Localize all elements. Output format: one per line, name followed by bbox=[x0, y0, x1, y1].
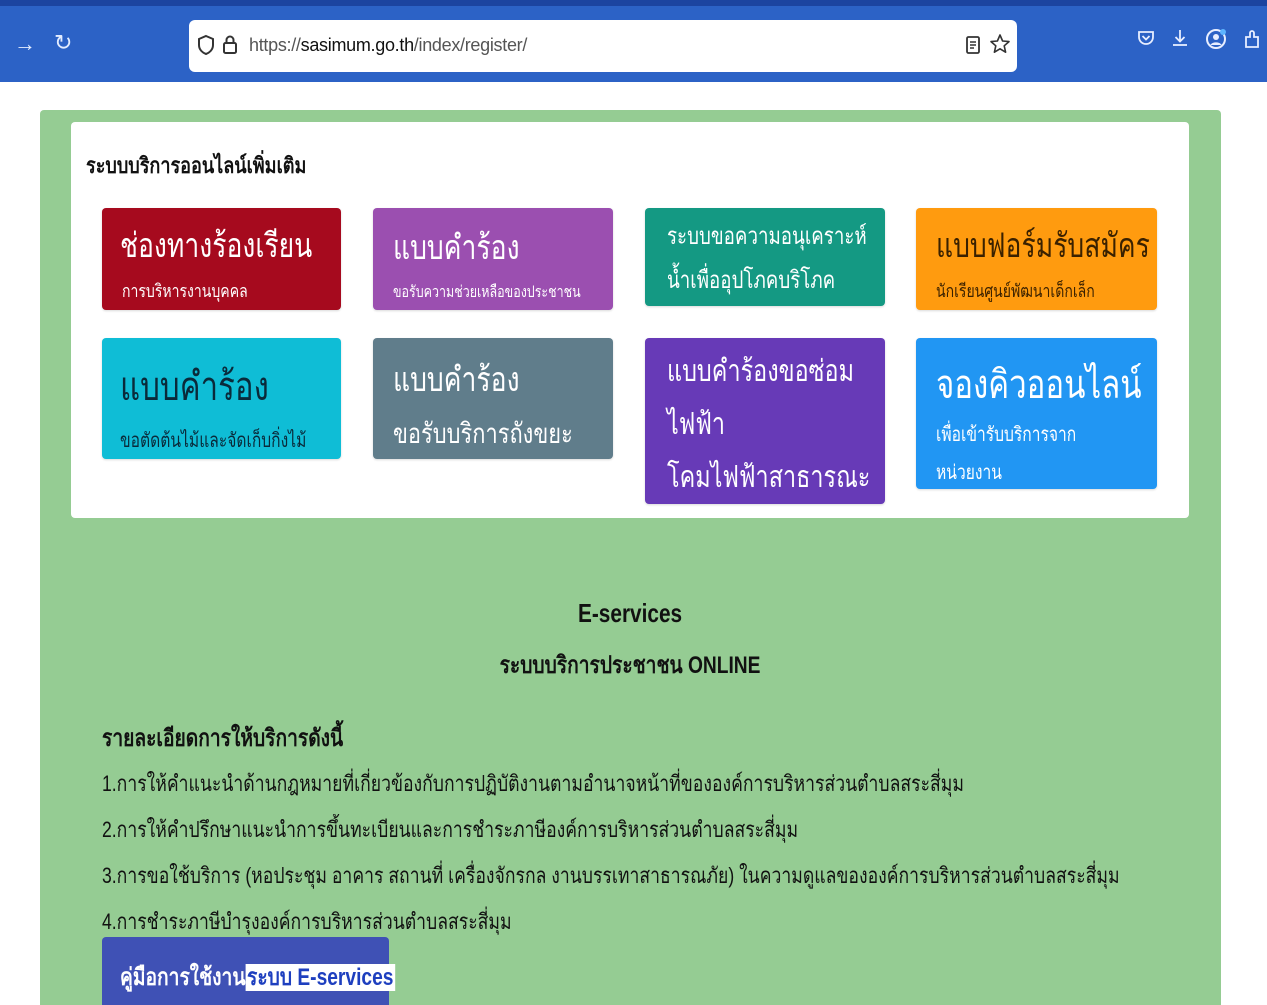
tile-line-1: ระบบขอความอนุเคราะห์ bbox=[667, 223, 867, 250]
star-icon[interactable] bbox=[989, 33, 1011, 60]
eservices-subtitle-text: ระบบบริการประชาชน ONLINE bbox=[500, 652, 761, 679]
tile-main-text: แบบคำร้อง bbox=[120, 365, 269, 409]
online-services-title: ระบบบริการออนไลน์เพิ่มเติม bbox=[86, 153, 307, 178]
eservices-title: E-services bbox=[40, 598, 1221, 629]
forward-icon[interactable]: → bbox=[14, 33, 36, 55]
url-text[interactable]: https://sasimum.go.th/index/register/ bbox=[249, 35, 527, 56]
tile-line-1: แบบคำร้อง bbox=[393, 361, 520, 399]
tile-garbage-bin-request[interactable]: แบบคำร้อง ขอรับบริการถังขยะ bbox=[373, 338, 613, 459]
tile-electric-repair-request[interactable]: แบบคำร้องขอซ่อม ไฟฟ้า โคมไฟฟ้าสาธารณะ bbox=[645, 338, 885, 504]
reload-icon[interactable]: ↻ bbox=[54, 32, 72, 54]
pocket-icon[interactable] bbox=[1136, 28, 1156, 52]
tile-main-text: ช่องทางร้องเรียน bbox=[120, 227, 313, 265]
eservices-title-text: E-services bbox=[578, 598, 683, 628]
guide-prefix: คู่มือการใช้งาน bbox=[120, 964, 246, 991]
tile-tree-cutting-request[interactable]: แบบคำร้อง ขอตัดต้นไม้และจัดเก็บกิ่งไม้ bbox=[102, 338, 341, 459]
tile-application-form[interactable]: แบบฟอร์มรับสมัคร นักเรียนศูนย์พัฒนาเด็กเ… bbox=[916, 208, 1157, 310]
tile-sub-text: ขอรับความช่วยเหลือของประชาชน bbox=[393, 284, 581, 301]
service-item-1: 1.การให้คำแนะนำด้านกฎหมายที่เกี่ยวข้องกั… bbox=[102, 771, 964, 796]
tile-help-request-form[interactable]: แบบคำร้อง ขอรับความช่วยเหลือของประชาชน bbox=[373, 208, 613, 310]
eservices-subtitle: ระบบบริการประชาชน ONLINE bbox=[40, 645, 1221, 684]
service-item-4: 4.การชำระภาษีบำรุงองค์การบริหารส่วนตำบลส… bbox=[102, 909, 512, 934]
service-item-3: 3.การขอใช้บริการ (หอประชุม อาคาร สถานที่… bbox=[102, 863, 1120, 888]
tile-main-text: จองคิวออนไลน์ bbox=[936, 363, 1142, 407]
reader-mode-icon[interactable] bbox=[965, 35, 981, 60]
tile-line-3: โคมไฟฟ้าสาธารณะ bbox=[667, 461, 871, 494]
download-icon[interactable] bbox=[1170, 28, 1190, 52]
tile-line-2: หน่วยงาน bbox=[936, 462, 1002, 484]
tile-water-assistance[interactable]: ระบบขอความอนุเคราะห์ น้ำเพื่ออุปโภคบริโภ… bbox=[645, 208, 885, 306]
url-path: /index/register/ bbox=[413, 35, 528, 55]
extensions-icon[interactable] bbox=[1242, 28, 1262, 54]
tile-online-queue-booking[interactable]: จองคิวออนไลน์ เพื่อเข้ารับบริการจาก หน่ว… bbox=[916, 338, 1157, 489]
address-bar[interactable]: https://sasimum.go.th/index/register/ bbox=[189, 20, 1017, 72]
tile-line-2: ไฟฟ้า bbox=[667, 408, 726, 441]
tile-sub-text: นักเรียนศูนย์พัฒนาเด็กเล็ก bbox=[936, 281, 1095, 301]
tile-line-2: น้ำเพื่ออุปโภคบริโภค bbox=[667, 267, 836, 294]
toolbar-accent bbox=[0, 0, 1267, 6]
account-icon[interactable] bbox=[1205, 28, 1227, 54]
tile-sub-text: การบริหารงานบุคคล bbox=[122, 281, 248, 301]
tile-line-2: ขอรับบริการถังขยะ bbox=[393, 418, 573, 449]
guide-button-label: คู่มือการใช้งานระบบ E-services bbox=[120, 957, 396, 996]
tile-main-text: แบบฟอร์มรับสมัคร bbox=[936, 227, 1150, 265]
service-details-heading: รายละเอียดการให้บริการดังนี้ bbox=[102, 725, 344, 752]
eservices-guide-button[interactable]: คู่มือการใช้งานระบบ E-services bbox=[102, 937, 396, 1005]
tile-complaint-channel[interactable]: ช่องทางร้องเรียน การบริหารงานบุคคล bbox=[102, 208, 341, 310]
lock-icon[interactable] bbox=[222, 34, 238, 61]
service-item-2: 2.การให้คำปรึกษาแนะนำการขึ้นทะเบียนและกา… bbox=[102, 817, 799, 842]
tile-line-1: เพื่อเข้ารับบริการจาก bbox=[936, 424, 1077, 446]
guide-highlight: ระบบ E-services bbox=[245, 964, 396, 991]
tile-main-text: แบบคำร้อง bbox=[393, 229, 520, 267]
url-prefix: https:// bbox=[249, 35, 301, 55]
url-host: sasimum.go.th bbox=[300, 35, 414, 55]
shield-icon[interactable] bbox=[197, 34, 215, 61]
tile-line-1: แบบคำร้องขอซ่อม bbox=[667, 355, 855, 388]
browser-toolbar: → ↻ https://sasimum.go.th/index/register… bbox=[0, 0, 1267, 82]
tile-sub-text: ขอตัดต้นไม้และจัดเก็บกิ่งไม้ bbox=[120, 430, 307, 452]
